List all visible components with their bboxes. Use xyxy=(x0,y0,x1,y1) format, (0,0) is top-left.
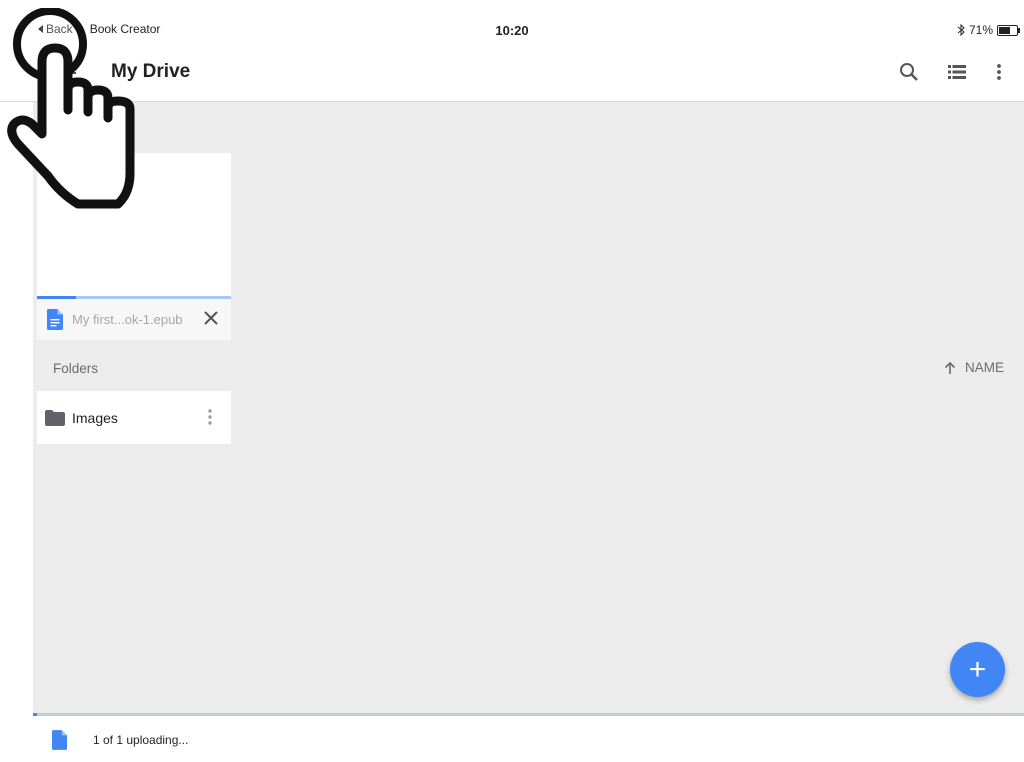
status-time: 10:20 xyxy=(495,23,529,38)
drive-content: Uploads My first...ok-1.epub Folders NAM… xyxy=(33,102,1024,714)
upload-status-text: 1 of 1 uploading... xyxy=(93,733,189,747)
more-vertical-icon[interactable] xyxy=(207,408,213,426)
upload-status-bar: 1 of 1 uploading... xyxy=(0,716,1024,762)
hamburger-menu-icon[interactable] xyxy=(58,66,76,84)
uploads-section-label: Uploads xyxy=(53,123,103,138)
upload-preview xyxy=(37,153,231,296)
upload-card[interactable]: My first...ok-1.epub xyxy=(37,153,231,340)
document-icon xyxy=(47,309,63,330)
page-title: My Drive xyxy=(111,61,191,82)
folder-name: Images xyxy=(72,410,118,426)
new-item-fab[interactable]: + xyxy=(950,642,1005,697)
more-vertical-icon[interactable] xyxy=(987,60,1011,84)
plus-icon: + xyxy=(968,653,987,686)
search-icon[interactable] xyxy=(897,60,921,84)
close-icon[interactable] xyxy=(202,309,220,327)
sort-label: NAME xyxy=(964,360,1004,375)
folder-icon xyxy=(45,410,65,426)
upload-file-row: My first...ok-1.epub xyxy=(37,299,231,340)
battery-icon xyxy=(997,24,1020,36)
folders-section-label: Folders xyxy=(53,361,99,376)
status-bar: Back Book Creator 10:20 71% xyxy=(0,0,1024,44)
arrow-up-icon xyxy=(944,361,956,374)
battery-status: 71% xyxy=(957,23,1020,37)
folder-item[interactable]: Images xyxy=(37,391,231,444)
battery-percent: 71% xyxy=(968,23,993,37)
sort-by-name-button[interactable]: NAME xyxy=(943,360,1004,375)
document-icon xyxy=(52,730,67,750)
upload-file-name: My first...ok-1.epub xyxy=(72,312,183,327)
bluetooth-icon xyxy=(957,24,965,36)
app-bar: My Drive xyxy=(0,44,1024,102)
list-view-icon[interactable] xyxy=(945,60,969,84)
